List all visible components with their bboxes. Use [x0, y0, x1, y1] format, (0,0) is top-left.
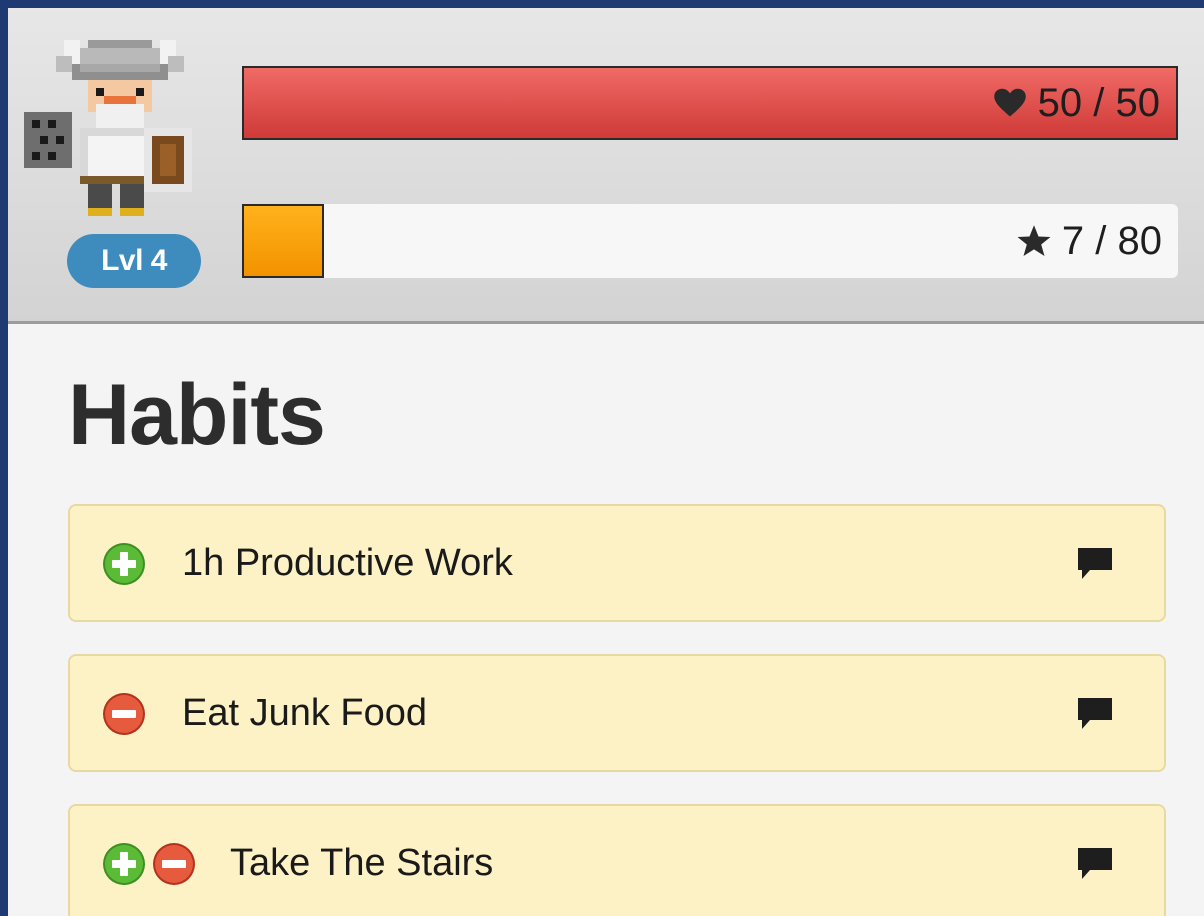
- minus-button[interactable]: [102, 692, 146, 736]
- minus-button[interactable]: [152, 842, 196, 886]
- health-value: 50 / 50: [1037, 80, 1160, 125]
- health-bar: 50 / 50: [242, 66, 1178, 140]
- experience-value: 7 / 80: [1061, 218, 1162, 263]
- habit-label: Take The Stairs: [230, 841, 494, 884]
- section-title: Habits: [68, 367, 326, 463]
- habits-panel: Habits 1h Productive Work Eat Junk Food: [8, 328, 1204, 916]
- comment-icon[interactable]: [1076, 846, 1114, 882]
- habit-label: Eat Junk Food: [182, 691, 428, 734]
- star-icon: [1017, 225, 1051, 256]
- habit-label: 1h Productive Work: [182, 541, 513, 584]
- habit-card[interactable]: 1h Productive Work: [68, 504, 1166, 622]
- health-readout: 50 / 50: [992, 68, 1160, 138]
- comment-icon[interactable]: [1076, 696, 1114, 732]
- habit-card[interactable]: Take The Stairs: [68, 804, 1166, 916]
- heart-icon: [993, 88, 1026, 117]
- stats-header: Lvl 4 50 / 50 7 / 80: [8, 8, 1204, 324]
- plus-button[interactable]: [102, 842, 146, 886]
- habit-app: Lvl 4 50 / 50 7 / 80 Habits 1h Productiv…: [8, 8, 1204, 916]
- habit-card[interactable]: Eat Junk Food: [68, 654, 1166, 772]
- plus-button[interactable]: [102, 542, 146, 586]
- viking-warrior-avatar[interactable]: [16, 30, 216, 234]
- experience-readout: 7 / 80: [1016, 204, 1162, 278]
- level-badge: Lvl 4: [67, 234, 201, 288]
- experience-bar-fill: [242, 204, 324, 278]
- comment-icon[interactable]: [1076, 546, 1114, 582]
- experience-bar: 7 / 80: [242, 204, 1178, 278]
